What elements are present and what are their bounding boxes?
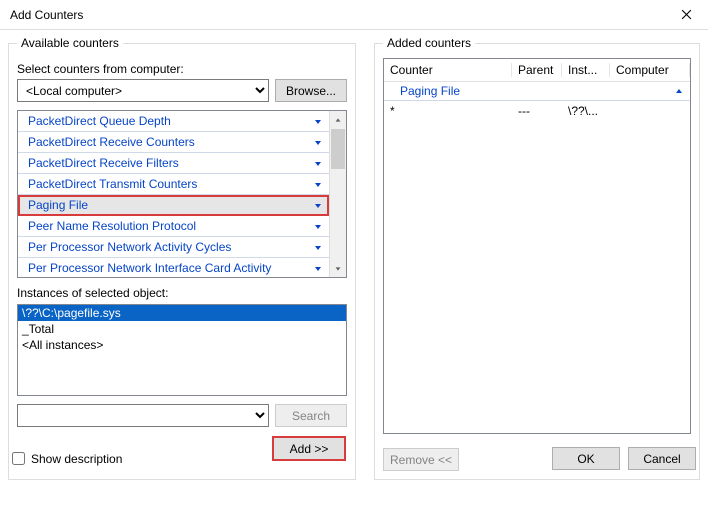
counter-item-label: PacketDirect Transmit Counters [28,177,197,191]
added-counters-legend: Added counters [383,36,475,50]
instances-label: Instances of selected object: [17,286,347,300]
scroll-thumb[interactable] [331,129,345,169]
added-cell-inst: \??\... [562,104,610,118]
col-parent[interactable]: Parent [512,63,562,77]
browse-button[interactable]: Browse... [275,79,347,102]
col-counter[interactable]: Counter [384,63,512,77]
col-computer[interactable]: Computer [610,63,690,77]
scroll-down-button[interactable] [330,260,346,277]
titlebar: Add Counters [0,0,708,30]
available-counters-group: Available counters Select counters from … [8,36,356,480]
instances-list[interactable]: \??\C:\pagefile.sys_Total<All instances> [17,304,347,396]
counter-item-label: PacketDirect Receive Counters [28,135,195,149]
close-icon [681,9,692,20]
search-button[interactable]: Search [275,404,347,427]
counter-item[interactable]: Per Processor Network Activity Cycles [18,237,329,258]
counter-item[interactable]: Peer Name Resolution Protocol [18,216,329,237]
chevron-down-icon [313,221,323,231]
chevron-up-icon [674,85,684,99]
chevron-down-icon [313,263,323,273]
select-computer-label: Select counters from computer: [17,62,347,76]
added-group-row[interactable]: Paging File [384,82,690,101]
chevron-down-icon [313,116,323,126]
chevron-down-icon [313,242,323,252]
added-cell-counter: * [384,104,512,118]
counter-item[interactable]: PacketDirect Receive Filters [18,153,329,174]
counter-item[interactable]: PacketDirect Receive Counters [18,132,329,153]
chevron-down-icon [313,200,323,210]
added-group-label: Paging File [384,84,690,98]
counters-scrollbar[interactable] [329,111,346,277]
scroll-up-button[interactable] [330,111,346,128]
ok-button[interactable]: OK [552,447,620,470]
counter-item-label: Per Processor Network Interface Card Act… [28,261,271,275]
counter-item[interactable]: Paging File [18,195,329,216]
chevron-down-icon [313,158,323,168]
counter-item[interactable]: Per Processor Network Interface Card Act… [18,258,329,277]
added-item-row[interactable]: *---\??\... [384,101,690,120]
instance-item[interactable]: <All instances> [18,337,346,353]
added-cell-parent: --- [512,104,562,118]
search-combo[interactable] [17,404,269,427]
close-button[interactable] [664,0,708,30]
instance-item[interactable]: _Total [18,321,346,337]
counter-item-label: Peer Name Resolution Protocol [28,219,196,233]
counters-list[interactable]: PacketDirect Queue Depth PacketDirect Rec… [17,110,347,278]
chevron-down-icon [313,179,323,189]
counter-item-label: PacketDirect Receive Filters [28,156,179,170]
available-counters-legend: Available counters [17,36,123,50]
show-description-checkbox[interactable]: Show description [12,452,122,466]
added-table-header[interactable]: Counter Parent Inst... Computer [384,59,690,82]
show-description-label: Show description [31,452,122,466]
instance-item[interactable]: \??\C:\pagefile.sys [18,305,346,321]
added-counters-group: Added counters Counter Parent Inst... Co… [374,36,700,480]
cancel-button[interactable]: Cancel [628,447,696,470]
counter-item-label: Per Processor Network Activity Cycles [28,240,231,254]
window-title: Add Counters [10,8,83,22]
counter-item-label: PacketDirect Queue Depth [28,114,171,128]
counter-item[interactable]: PacketDirect Transmit Counters [18,174,329,195]
chevron-down-icon [313,137,323,147]
col-inst[interactable]: Inst... [562,63,610,77]
added-counters-table[interactable]: Counter Parent Inst... Computer Paging F… [383,58,691,434]
counter-item[interactable]: PacketDirect Queue Depth [18,111,329,132]
show-description-input[interactable] [12,452,25,465]
counter-item-label: Paging File [28,198,88,212]
computer-combo[interactable]: <Local computer> [17,79,269,102]
